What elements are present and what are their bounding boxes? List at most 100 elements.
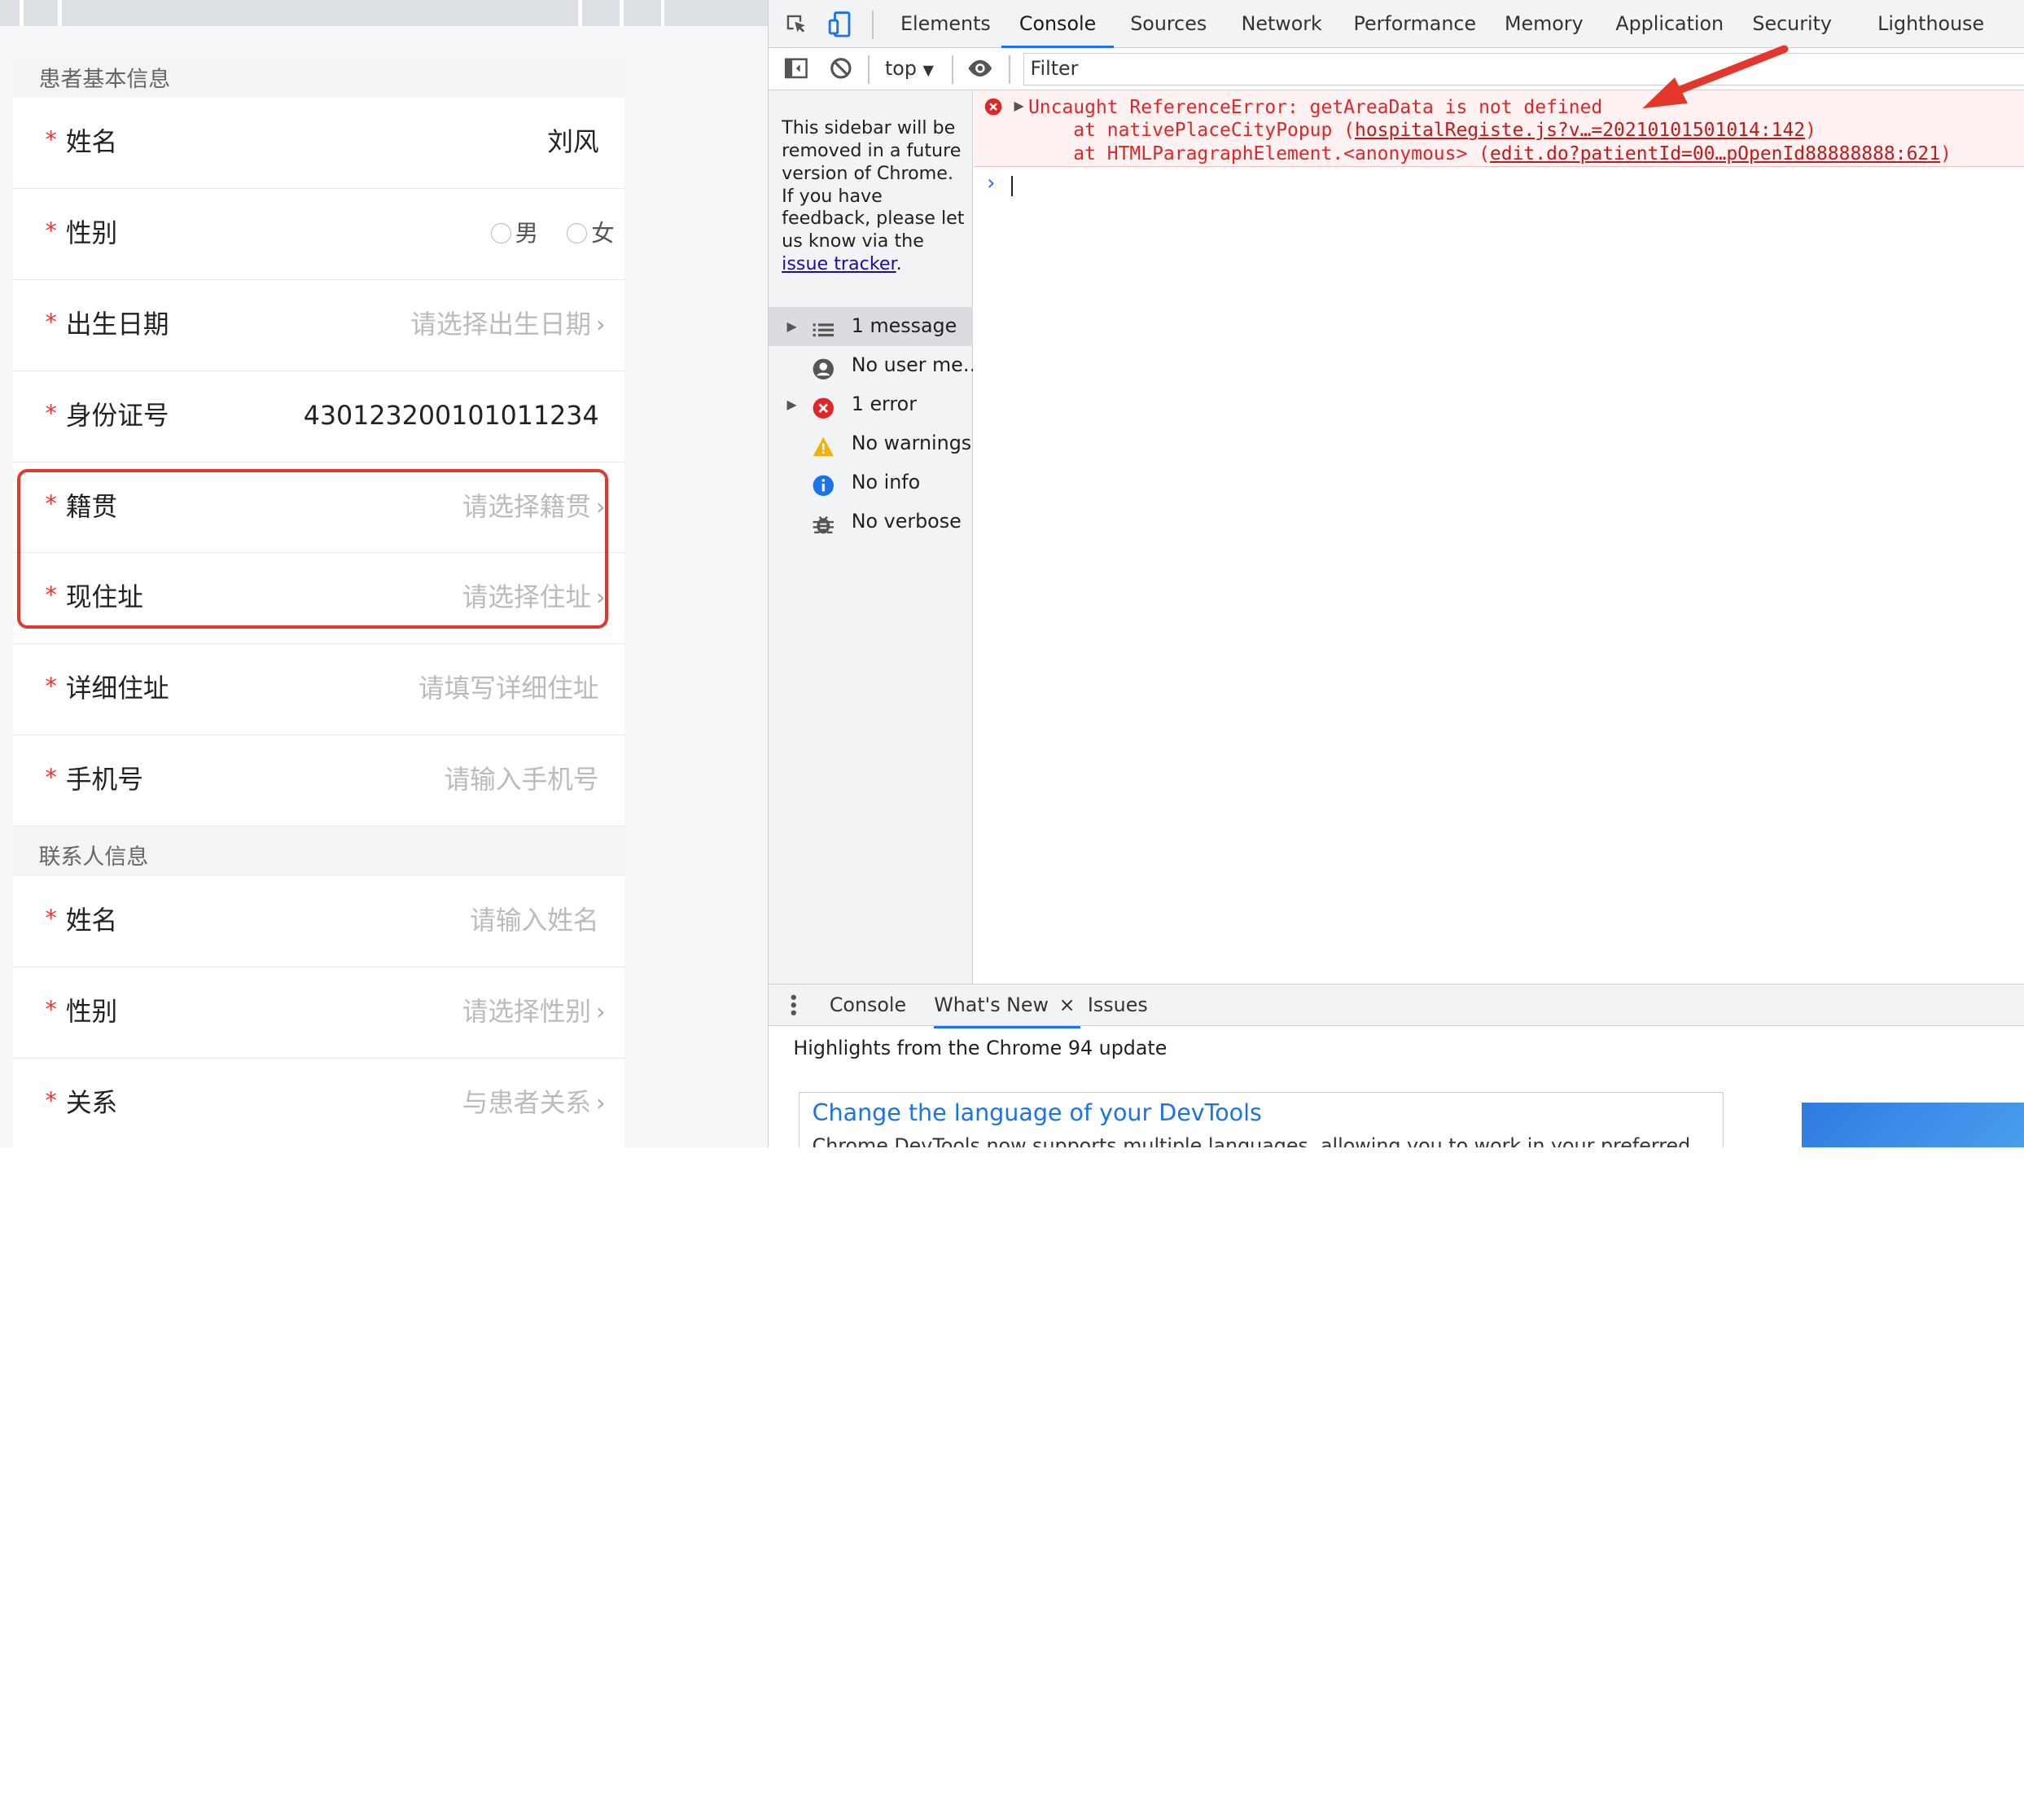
sidebar-toggle-icon[interactable] xyxy=(783,55,809,81)
stack-link-1[interactable]: hospitalRegiste.js?v…=20210101501014:142 xyxy=(1355,120,1805,141)
user-icon xyxy=(812,355,835,379)
stack-line-1-suffix: ) xyxy=(1805,120,1816,142)
strip-divider xyxy=(660,0,665,26)
tab-elements[interactable]: Elements xyxy=(900,0,991,48)
form-row[interactable]: * 姓名 请输入姓名 xyxy=(12,876,625,968)
strip-divider xyxy=(58,0,63,26)
field-select[interactable]: 请选择出生日期 xyxy=(410,280,591,371)
form-row[interactable]: * 详细住址 请填写详细住址 xyxy=(12,644,625,735)
separator xyxy=(952,55,954,85)
top-strip xyxy=(0,0,769,26)
form-row[interactable]: * 性别男女 xyxy=(12,189,625,280)
expand-triangle-icon[interactable]: ▶ xyxy=(787,385,797,424)
form-row[interactable]: * 手机号 请输入手机号 xyxy=(12,735,625,827)
radio-option[interactable]: 女 xyxy=(567,189,615,279)
radio-circle-icon xyxy=(490,223,511,244)
tab-memory[interactable]: Memory xyxy=(1505,0,1584,48)
drawer-tab-console[interactable]: Console xyxy=(830,985,906,1026)
console-toolbar: top ▼ Filter xyxy=(769,47,2024,92)
field-label: 性别 xyxy=(65,219,118,249)
form-row[interactable]: * 出生日期 请选择出生日期 › xyxy=(12,280,625,371)
form-row[interactable]: * 身份证号 430123200101011234 xyxy=(12,371,625,463)
expand-triangle-icon[interactable]: ▶ xyxy=(1014,98,1024,113)
tab-performance[interactable]: Performance xyxy=(1353,0,1476,48)
tab-security[interactable]: Security xyxy=(1752,0,1832,48)
required-mark: * xyxy=(45,126,57,154)
drawer-tabbar: Console What's New × Issues xyxy=(769,984,2024,1028)
required-mark: * xyxy=(45,672,57,699)
form-row[interactable]: * 关系 与患者关系 › xyxy=(12,1058,625,1148)
field-input[interactable]: 请填写详细住址 xyxy=(418,644,599,735)
field-label: 身份证号 xyxy=(65,401,169,431)
screenshot-stage: 患者基本信息 * 姓名 刘风 * 性别男女 * 出生日期 请选择出生日期 › * 身份证号 430123… xyxy=(0,0,2024,1148)
tab-application[interactable]: Application xyxy=(1615,0,1724,48)
sidebar-item[interactable]: No warnings xyxy=(769,424,972,463)
more-options-icon[interactable] xyxy=(790,993,798,1017)
context-selector[interactable]: top ▼ xyxy=(885,48,934,92)
devtools-panel: Elements Console Sources Network Performance… xyxy=(768,0,2024,1148)
clear-console-icon[interactable] xyxy=(828,55,854,81)
expand-triangle-icon[interactable]: ▶ xyxy=(787,307,797,346)
drawer-tab-label: Console xyxy=(829,993,907,1017)
strip-divider xyxy=(19,0,24,26)
required-mark: * xyxy=(45,217,57,245)
separator xyxy=(872,10,874,39)
field-label: 详细住址 xyxy=(65,674,169,704)
info-icon xyxy=(812,472,835,497)
card-title[interactable]: Change the language of your DevTools xyxy=(813,1099,1262,1126)
warning-icon xyxy=(812,433,835,457)
sidebar-item[interactable]: No user me… xyxy=(769,346,973,385)
console-output[interactable]: ▶ Uncaught ReferenceError: getAreaData i… xyxy=(974,90,2024,985)
tab-network[interactable]: Network xyxy=(1242,0,1322,48)
filter-input[interactable]: Filter xyxy=(1023,52,2024,86)
tab-console[interactable]: Console xyxy=(1001,0,1115,48)
tab-sources[interactable]: Sources xyxy=(1130,0,1207,48)
sidebar-item[interactable]: No info xyxy=(769,463,972,502)
issue-tracker-link[interactable]: issue tracker xyxy=(782,253,896,274)
gender-radio-group: 男女 xyxy=(462,189,615,279)
error-text: Uncaught ReferenceError: getAreaData is … xyxy=(1027,96,1603,118)
sidebar-item[interactable]: No verbose xyxy=(769,502,972,542)
field-value[interactable]: 刘风 xyxy=(547,98,598,188)
tab-lighthouse[interactable]: Lighthouse xyxy=(1877,0,1984,48)
highlights-title: Highlights from the Chrome 94 update xyxy=(793,1037,1168,1060)
drawer-tab-what-s-new[interactable]: What's New × xyxy=(934,985,1080,1028)
stack-line-1: at nativePlaceCityPopup (hospitalRegiste… xyxy=(1028,120,1816,141)
form-row[interactable]: * 姓名 刘风 xyxy=(12,98,625,190)
required-mark: * xyxy=(45,763,57,791)
sidebar-item[interactable]: ▶ 1 message xyxy=(769,307,973,346)
bug-icon xyxy=(812,511,835,535)
drawer-tab-label: What's New xyxy=(934,993,1049,1017)
required-mark: * xyxy=(45,905,57,932)
drawer: Console What's New × Issues Highlights from… xyxy=(769,984,2024,1148)
error-icon xyxy=(984,99,1002,116)
radio-label: 女 xyxy=(591,220,615,248)
radio-option[interactable]: 男 xyxy=(490,189,539,279)
stack-link-2[interactable]: edit.do?patientId=00…pOpenId88888888:621 xyxy=(1490,143,1940,164)
field-select[interactable]: 请选择性别 xyxy=(462,967,591,1058)
field-value[interactable]: 430123200101011234 xyxy=(304,371,599,462)
eye-icon[interactable] xyxy=(967,55,993,81)
radio-label: 男 xyxy=(515,220,539,248)
strip-divider xyxy=(578,0,582,26)
device-toolbar-icon[interactable] xyxy=(827,11,853,37)
field-input[interactable]: 请输入姓名 xyxy=(470,876,598,967)
chevron-right-icon: › xyxy=(596,998,606,1026)
highlight-box xyxy=(16,468,608,629)
whats-new-card[interactable]: Change the language of your DevTools Chr… xyxy=(798,1092,1724,1148)
error-message-row[interactable]: ▶ Uncaught ReferenceError: getAreaData i… xyxy=(974,90,2024,167)
drawer-tab-issues[interactable]: Issues xyxy=(1088,985,1148,1026)
field-select[interactable]: 与患者关系 xyxy=(462,1059,591,1147)
sidebar-item-label: No user me… xyxy=(851,353,973,377)
stack-line-2-prefix: at HTMLParagraphElement.<anonymous> ( xyxy=(1027,143,1490,164)
error-icon xyxy=(812,394,835,419)
inspect-element-icon[interactable] xyxy=(783,11,809,37)
sidebar-item[interactable]: ▶ 1 error xyxy=(769,385,972,424)
close-icon[interactable]: × xyxy=(1059,993,1076,1016)
required-mark: * xyxy=(45,996,57,1024)
field-input[interactable]: 请输入手机号 xyxy=(444,735,598,826)
sidebar-item-label: No verbose xyxy=(851,509,962,533)
context-label: top xyxy=(884,56,917,80)
form-row[interactable]: * 性别 请选择性别 › xyxy=(12,967,625,1059)
